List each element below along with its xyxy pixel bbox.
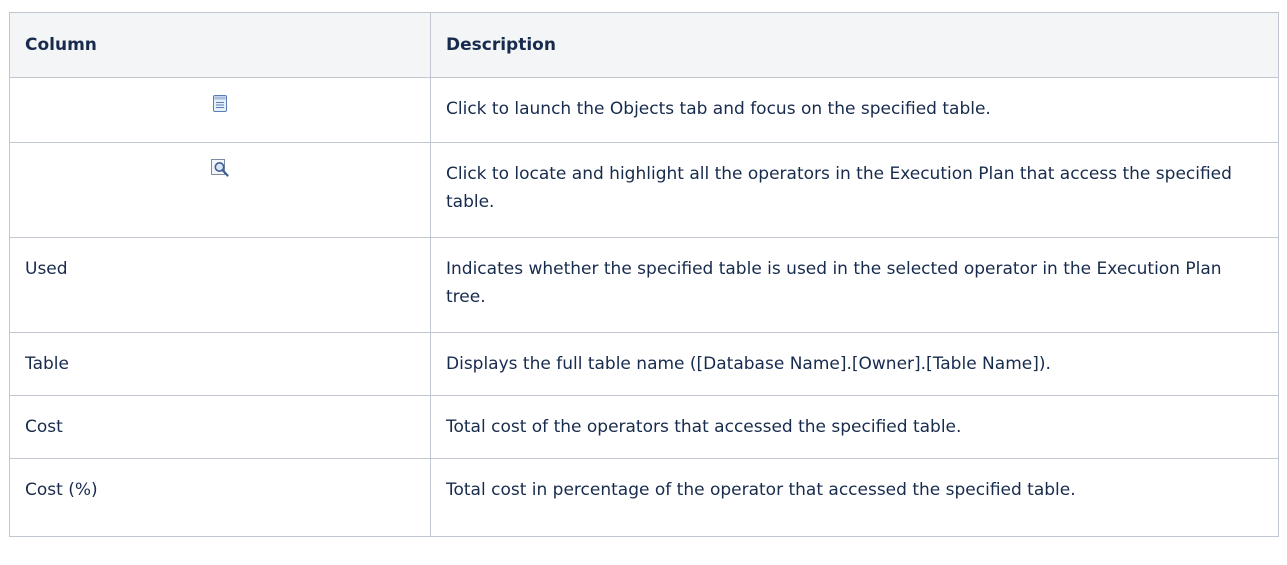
header-description: Description: [430, 12, 1279, 78]
table-row: Click to launch the Objects tab and focu…: [9, 77, 1279, 143]
locate-magnifier-icon[interactable]: [210, 158, 230, 186]
description-cell: Click to locate and highlight all the op…: [430, 142, 1279, 238]
column-description-table: Column Description Click to launch the O…: [9, 12, 1279, 537]
table-row: Table Displays the full table name ([Dat…: [9, 332, 1279, 396]
column-cell: Cost: [9, 395, 431, 459]
header-column: Column: [9, 12, 431, 78]
header-row: Column Description: [9, 12, 1279, 78]
column-cell: [9, 77, 431, 143]
table-row: Click to locate and highlight all the op…: [9, 142, 1279, 238]
description-cell: Click to launch the Objects tab and focu…: [430, 77, 1279, 143]
column-cell: Table: [9, 332, 431, 396]
description-cell: Total cost in percentage of the operator…: [430, 458, 1279, 537]
table-row: Used Indicates whether the specified tab…: [9, 237, 1279, 333]
column-cell: Used: [9, 237, 431, 333]
column-cell: [9, 142, 431, 238]
table-row: Cost Total cost of the operators that ac…: [9, 395, 1279, 459]
description-cell: Displays the full table name ([Database …: [430, 332, 1279, 396]
object-page-icon[interactable]: [213, 93, 227, 121]
table-row: Cost (%) Total cost in percentage of the…: [9, 458, 1279, 537]
column-cell: Cost (%): [9, 458, 431, 537]
description-cell: Indicates whether the specified table is…: [430, 237, 1279, 333]
description-cell: Total cost of the operators that accesse…: [430, 395, 1279, 459]
